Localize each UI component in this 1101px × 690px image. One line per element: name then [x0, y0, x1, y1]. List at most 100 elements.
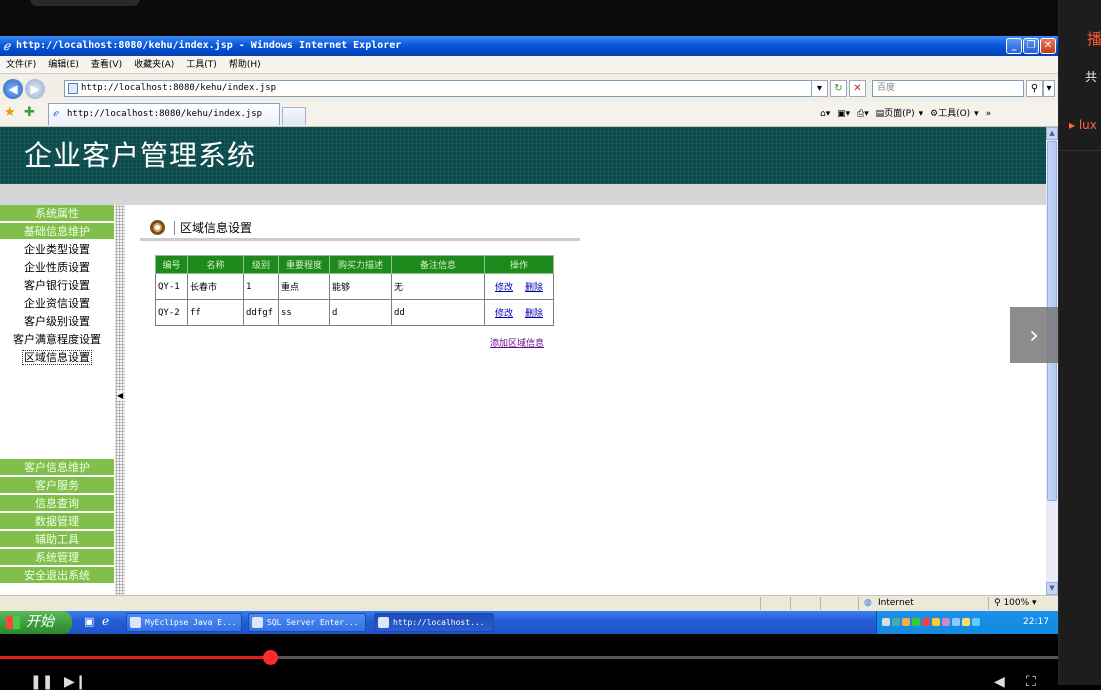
start-button[interactable]: 开始: [0, 611, 72, 634]
feeds-icon[interactable]: ▣▾: [837, 109, 850, 119]
section-header: 区域信息设置: [140, 215, 580, 241]
nav-group-data[interactable]: 数据管理: [0, 513, 114, 530]
add-region-link[interactable]: 添加区域信息: [490, 336, 544, 349]
app-icon: [378, 617, 389, 628]
scroll-up-icon[interactable]: ▲: [1046, 127, 1058, 140]
nav-item-satisfaction[interactable]: 客户满意程度设置: [0, 331, 114, 349]
address-toolbar: ◀ ▶ http://localhost:8080/kehu/index.jsp…: [0, 75, 1058, 101]
tray-icon: [912, 617, 920, 626]
menu-tools[interactable]: 工具(T): [180, 56, 223, 74]
nav-item-credit[interactable]: 企业资信设置: [0, 295, 114, 313]
search-options-icon[interactable]: ▾: [1043, 80, 1055, 97]
search-input[interactable]: 百度: [872, 80, 1024, 97]
cell-id: QY-1: [155, 273, 188, 300]
new-tab-button[interactable]: [282, 107, 306, 125]
more-commands-icon[interactable]: »: [986, 109, 992, 119]
collapse-arrow-icon[interactable]: ◀: [117, 391, 123, 401]
progress-track[interactable]: [0, 650, 1058, 665]
nav-group-system[interactable]: 系统管理: [0, 549, 114, 566]
tray-icon: [922, 617, 930, 626]
window-title: http://localhost:8080/kehu/index.jsp - W…: [16, 40, 402, 51]
tools-menu[interactable]: ⚙工具(O) ▾: [930, 109, 979, 119]
nav-item-customer-level[interactable]: 客户级别设置: [0, 313, 114, 331]
page-menu[interactable]: ▤页面(P) ▾: [876, 109, 924, 119]
favorites-star-icon[interactable]: ★: [4, 105, 16, 120]
task-myeclipse[interactable]: MyEclipse Java E...: [126, 613, 242, 632]
header-divider: [174, 221, 175, 235]
fullscreen-icon[interactable]: ⛶: [1026, 674, 1036, 690]
scroll-down-icon[interactable]: ▼: [1046, 582, 1058, 595]
nav-item-region[interactable]: 区域信息设置: [0, 349, 114, 367]
system-tray: 22:17: [876, 611, 1058, 634]
nav-group-logout[interactable]: 安全退出系统: [0, 567, 114, 584]
tray-icon: [972, 617, 980, 626]
cell-actions: 修改 删除: [484, 273, 554, 300]
ring-icon: [150, 220, 165, 235]
section-title: 区域信息设置: [180, 221, 253, 235]
search-icon[interactable]: ⚲: [1026, 80, 1043, 97]
home-icon[interactable]: ⌂▾: [820, 109, 830, 119]
col-header-importance: 重要程度: [278, 255, 330, 274]
zoom-control[interactable]: ⚲ 100% ▾: [994, 596, 1037, 611]
delete-link[interactable]: 删除: [525, 283, 543, 293]
next-slide-button[interactable]: ›: [1010, 307, 1058, 363]
address-input[interactable]: http://localhost:8080/kehu/index.jsp: [64, 80, 826, 97]
menu-file[interactable]: 文件(F): [0, 56, 42, 74]
header-strip: [0, 184, 1046, 205]
close-button[interactable]: ✕: [1040, 38, 1056, 54]
back-arrow-icon[interactable]: ◀: [3, 79, 23, 99]
edit-link[interactable]: 修改: [495, 309, 513, 319]
side-panel-item[interactable]: ▸ lux: [1069, 118, 1097, 132]
tray-icon: [952, 617, 960, 626]
quicklaunch-ie-icon[interactable]: ℯ: [102, 614, 109, 628]
menu-help[interactable]: 帮助(H): [223, 56, 267, 74]
cell-importance: ss: [278, 299, 330, 326]
menu-bar: 文件(F) 编辑(E) 查看(V) 收藏夹(A) 工具(T) 帮助(H): [0, 56, 1058, 74]
status-seg: [760, 597, 761, 610]
nav-group-customer-service[interactable]: 客户服务: [0, 477, 114, 494]
menu-edit[interactable]: 编辑(E): [42, 56, 85, 74]
add-favorite-icon[interactable]: ✚: [24, 105, 35, 120]
col-header-buying-power: 购买力描述: [329, 255, 392, 274]
tray-icon: [932, 617, 940, 626]
nav-group-tools[interactable]: 辅助工具: [0, 531, 114, 548]
minimize-button[interactable]: _: [1006, 38, 1022, 54]
table-row: QY-1 长春市 1 重点 能够 无 修改 删除: [155, 273, 554, 300]
volume-icon[interactable]: ◀: [994, 674, 1005, 690]
progress-handle[interactable]: [262, 650, 278, 665]
tray-icon: [962, 617, 970, 626]
tray-icon: [902, 617, 910, 626]
address-dropdown-icon[interactable]: ▾: [811, 80, 828, 97]
next-icon[interactable]: ▶❙: [64, 674, 87, 690]
frame-splitter[interactable]: ◀: [115, 205, 125, 595]
ie-logo-icon: ℯ: [3, 39, 11, 53]
nav-group-base-info[interactable]: 基础信息维护: [0, 223, 114, 240]
nav-item-enterprise-nature[interactable]: 企业性质设置: [0, 259, 114, 277]
nav-item-enterprise-type[interactable]: 企业类型设置: [0, 241, 114, 259]
side-panel-count: 共: [1085, 70, 1098, 84]
menu-view[interactable]: 查看(V): [85, 56, 128, 74]
task-sqlserver[interactable]: SQL Server Enter...: [248, 613, 366, 632]
stop-icon[interactable]: ✕: [849, 80, 866, 97]
forward-arrow-icon[interactable]: ▶: [25, 79, 45, 99]
page-viewport: 企业客户管理系统 系统属性 基础信息维护 企业类型设置 企业性质设置 客户银行设…: [0, 127, 1046, 595]
side-panel-divider: [1059, 150, 1101, 151]
print-icon[interactable]: ⎙▾: [857, 109, 869, 119]
pause-icon[interactable]: ❚❚: [30, 674, 53, 690]
edit-link[interactable]: 修改: [495, 283, 513, 293]
restore-button[interactable]: ❐: [1023, 38, 1039, 54]
nav-group-customer-info[interactable]: 客户信息维护: [0, 459, 114, 476]
region-table: 编号 名称 级别 重要程度 购买力描述 备注信息 操作 QY-1 长春市 1 重: [155, 255, 554, 326]
tab-current[interactable]: ℯ http://localhost:8080/kehu/index.jsp: [48, 103, 280, 125]
tray-icons[interactable]: [881, 617, 981, 627]
nav-group-system-properties[interactable]: 系统属性: [0, 205, 114, 222]
status-seg: [820, 597, 821, 610]
cell-id: QY-2: [155, 299, 188, 326]
nav-group-query[interactable]: 信息查询: [0, 495, 114, 512]
refresh-icon[interactable]: ↻: [830, 80, 847, 97]
task-browser[interactable]: http://localhost...: [374, 613, 494, 632]
menu-favorites[interactable]: 收藏夹(A): [128, 56, 180, 74]
show-desktop-icon[interactable]: ▣: [84, 615, 94, 628]
delete-link[interactable]: 删除: [525, 309, 543, 319]
nav-item-customer-bank[interactable]: 客户银行设置: [0, 277, 114, 295]
